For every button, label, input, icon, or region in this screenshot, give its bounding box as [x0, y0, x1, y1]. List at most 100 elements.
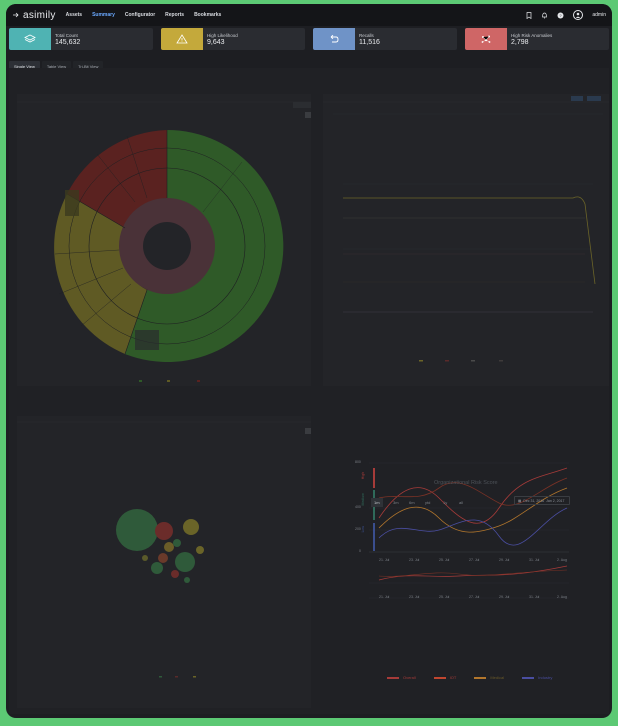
navigator-x-tick: 25. Jul [439, 595, 450, 599]
layers-icon [9, 28, 51, 50]
card-high-risk-anomalies[interactable]: High Risk Anomalies 2,798 [465, 28, 609, 50]
bubble[interactable] [173, 539, 181, 547]
help-icon[interactable]: ? [557, 12, 564, 19]
date-to[interactable]: Jan 2, 2017 [546, 499, 564, 503]
network-icon [465, 28, 507, 50]
bubble[interactable] [158, 553, 168, 563]
sunburst-panel [17, 94, 311, 386]
bubble[interactable] [155, 522, 173, 540]
nav-configurator[interactable]: Configurator [125, 12, 155, 18]
org-risk-legend: Overall IOT Medical Industry [387, 675, 552, 680]
bubble[interactable] [183, 519, 199, 535]
legend-overall[interactable]: Overall [387, 675, 416, 680]
card-recalls[interactable]: Recalls 11,516 [313, 28, 457, 50]
risk-level-medium: Medium [361, 493, 365, 506]
navigator-x-tick: 29. Jul [499, 595, 510, 599]
card-high-likelihood[interactable]: High Likelihood 9,643 [161, 28, 305, 50]
trend-line-chart[interactable] [323, 94, 609, 386]
range-ytd[interactable]: ytd [422, 498, 433, 507]
navigator-x-tick: 27. Jul [469, 595, 480, 599]
risk-level-low: Low [361, 526, 365, 533]
series-line-medical[interactable] [378, 487, 568, 533]
range-3m[interactable]: 3m [390, 498, 402, 507]
x-tick: 23. Jul [409, 558, 420, 562]
navigator-x-tick: 31. Jul [529, 595, 540, 599]
bubble-chart[interactable] [17, 416, 311, 708]
x-tick: 21. Jul [379, 558, 390, 562]
series-line-industry[interactable] [378, 507, 568, 546]
bubble[interactable] [116, 509, 158, 551]
date-range-picker[interactable]: ▦ Dec 31, 2016 Jan 2, 2017 [514, 496, 570, 505]
series-line[interactable] [343, 196, 596, 285]
dashboard-content: Organizational Risk Score 1m 3m 6m ytd 1… [9, 68, 609, 714]
range-1y[interactable]: 1y [440, 498, 450, 507]
sunburst-center-hole [143, 222, 191, 270]
risk-level-high: High [361, 472, 365, 480]
app-window: asimily Assets Summary Configurator Repo… [6, 4, 612, 718]
x-tick: 31. Jul [529, 558, 540, 562]
logo-arrow-icon [13, 12, 19, 18]
y-tick: 0 [359, 549, 361, 553]
card-value: 9,643 [207, 38, 225, 46]
card-label: Total Count [55, 32, 78, 38]
bubble[interactable] [171, 570, 179, 578]
range-6m[interactable]: 6m [406, 498, 418, 507]
navigator-series[interactable] [378, 565, 568, 581]
bubble[interactable] [175, 552, 195, 572]
bubble[interactable] [196, 546, 204, 554]
range-all[interactable]: all [456, 498, 466, 507]
bell-icon[interactable] [541, 12, 548, 19]
bubble[interactable] [164, 542, 174, 552]
date-from[interactable]: Dec 31, 2016 [523, 499, 544, 503]
asimily-logo[interactable]: asimily [12, 10, 56, 21]
card-total-count[interactable]: Total Count 145,632 [9, 28, 153, 50]
sunburst-chart[interactable] [17, 94, 311, 386]
org-risk-title: Organizational Risk Score [434, 480, 498, 486]
x-tick: 25. Jul [439, 558, 450, 562]
x-tick: 29. Jul [499, 558, 510, 562]
warning-icon [161, 28, 203, 50]
x-tick: 2. Aug [557, 558, 567, 562]
legend-iot[interactable]: IOT [433, 675, 456, 680]
bubble-chart-panel [17, 416, 311, 708]
navigator-x-tick: 23. Jul [409, 595, 420, 599]
toggle-button[interactable] [571, 96, 583, 101]
navigator-x-tick: 21. Jul [379, 595, 390, 599]
card-label: High Likelihood [207, 32, 238, 38]
summary-cards: Total Count 145,632 High Likelihood 9,64… [9, 28, 609, 50]
bubble[interactable] [142, 555, 148, 561]
logo-text: asimily [23, 9, 56, 21]
y-tick: 400 [355, 505, 361, 509]
card-label: High Risk Anomalies [511, 32, 553, 38]
nav-summary[interactable]: Summary [92, 12, 115, 18]
top-navigation-bar: asimily Assets Summary Configurator Repo… [6, 4, 612, 26]
legend-industry[interactable]: Industry [522, 675, 552, 680]
card-value: 2,798 [511, 38, 529, 46]
user-name[interactable]: admin [592, 12, 606, 18]
org-risk-line-chart[interactable] [339, 448, 589, 618]
calendar-icon: ▦ [518, 498, 522, 503]
chart-menu-icon[interactable] [305, 112, 311, 118]
topbar-actions: ? admin [525, 10, 606, 20]
chart-menu-icon[interactable] [305, 428, 311, 434]
nav-reports[interactable]: Reports [165, 12, 184, 18]
y-tick: 800 [355, 460, 361, 464]
navigator-x-tick: 2. Aug [557, 595, 567, 599]
nav-bookmarks[interactable]: Bookmarks [194, 12, 221, 18]
window-frame: asimily Assets Summary Configurator Repo… [0, 0, 618, 726]
bookmark-icon[interactable] [525, 11, 532, 19]
user-avatar-icon[interactable] [573, 10, 584, 20]
card-value: 11,516 [359, 38, 380, 46]
undo-icon [313, 28, 355, 50]
legend-medical[interactable]: Medical [474, 675, 504, 680]
card-label: Recalls [359, 32, 374, 38]
nav-assets[interactable]: Assets [66, 12, 82, 18]
toggle-button[interactable] [587, 96, 601, 101]
trend-line-panel [323, 94, 609, 386]
range-1m[interactable]: 1m [371, 498, 383, 507]
bubble[interactable] [184, 577, 190, 583]
main-nav: Assets Summary Configurator Reports Book… [66, 12, 222, 18]
bubble[interactable] [151, 562, 163, 574]
x-tick: 27. Jul [469, 558, 480, 562]
card-value: 145,632 [55, 38, 81, 46]
